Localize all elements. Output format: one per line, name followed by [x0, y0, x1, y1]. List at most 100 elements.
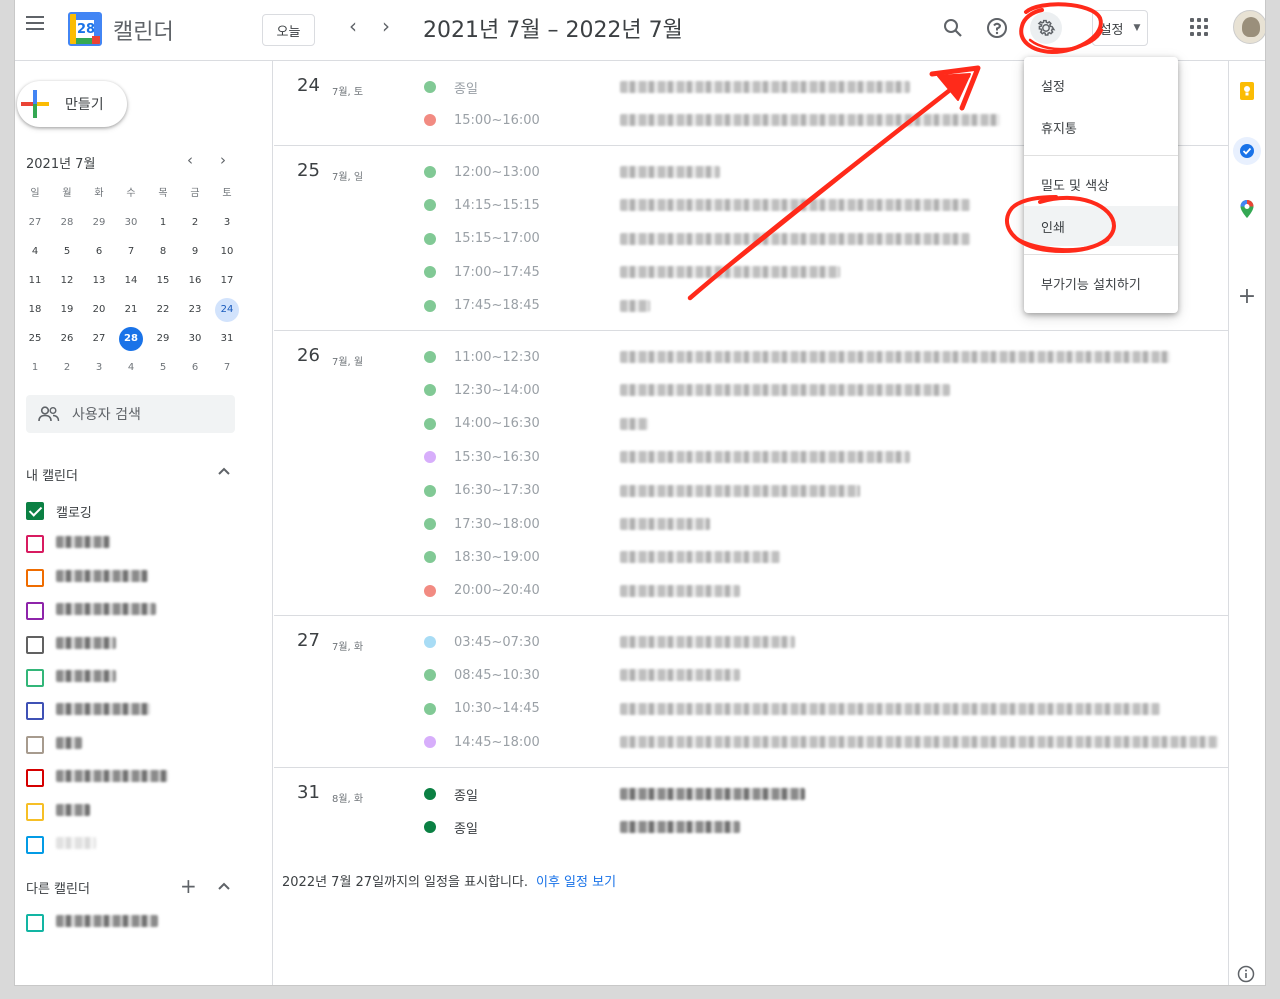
mini-calendar-day[interactable]: 22	[147, 298, 179, 322]
day-number[interactable]: 27	[297, 630, 320, 651]
mini-calendar-day[interactable]: 26	[51, 327, 83, 351]
mini-calendar-day[interactable]: 5	[147, 356, 179, 380]
mini-calendar-day[interactable]: 17	[211, 269, 243, 293]
view-switcher-button[interactable]: 설정 ▼	[1092, 10, 1148, 46]
mini-prev-month-icon[interactable]: ‹	[187, 151, 193, 169]
calendar-logo-icon[interactable]: 28	[68, 12, 102, 46]
settings-gear-icon[interactable]	[1030, 12, 1062, 44]
mini-calendar-day[interactable]: 2	[51, 356, 83, 380]
mini-calendar-day[interactable]: 10	[211, 240, 243, 264]
people-search[interactable]: 사용자 검색	[26, 395, 235, 433]
day-number[interactable]: 31	[297, 782, 320, 803]
collapse-other-calendars-icon[interactable]	[217, 879, 231, 895]
mini-calendar-day[interactable]: 19	[51, 298, 83, 322]
mini-calendar-day[interactable]: 25	[19, 327, 51, 351]
my-calendar-item[interactable]	[26, 635, 116, 655]
event-row[interactable]: 14:45~18:00	[424, 732, 1224, 752]
event-row[interactable]: 03:45~07:30	[424, 632, 1224, 652]
other-calendar-item[interactable]	[26, 913, 158, 933]
calendar-checkbox[interactable]	[26, 568, 44, 587]
mini-calendar-day[interactable]: 13	[83, 269, 115, 293]
my-calendar-item[interactable]	[26, 534, 110, 554]
mini-calendar-day[interactable]: 1	[19, 356, 51, 380]
my-calendar-item[interactable]	[26, 802, 90, 822]
mini-calendar-day[interactable]: 29	[147, 327, 179, 351]
mini-calendar-day[interactable]: 23	[179, 298, 211, 322]
calendar-checkbox[interactable]	[26, 702, 44, 721]
calendar-checkbox[interactable]	[26, 914, 44, 932]
mini-calendar-day[interactable]: 15	[147, 269, 179, 293]
mini-calendar-day[interactable]: 28	[115, 326, 147, 351]
menu-item-trash[interactable]: 휴지통	[1024, 107, 1178, 147]
keep-icon[interactable]	[1237, 81, 1257, 101]
mini-calendar-day[interactable]: 27	[19, 211, 51, 235]
calendar-checkbox[interactable]	[26, 502, 44, 520]
mini-calendar-day[interactable]: 31	[211, 327, 243, 351]
mini-calendar-day[interactable]: 3	[83, 356, 115, 380]
mini-calendar-day[interactable]: 12	[51, 269, 83, 293]
my-calendar-item[interactable]	[26, 768, 168, 788]
search-icon[interactable]	[938, 13, 968, 43]
mini-calendar-day[interactable]: 29	[83, 211, 115, 235]
previous-period-icon[interactable]: ‹	[341, 14, 365, 38]
event-row[interactable]: 종일	[424, 784, 1224, 804]
mini-calendar-day[interactable]: 4	[19, 240, 51, 264]
load-more-link[interactable]: 이후 일정 보기	[536, 875, 616, 890]
day-number[interactable]: 24	[297, 75, 320, 96]
mini-calendar-day[interactable]: 30	[179, 327, 211, 351]
calendar-checkbox[interactable]	[26, 635, 44, 654]
add-addon-icon[interactable]: +	[1237, 286, 1257, 308]
my-calendars-title[interactable]: 내 캘린더	[26, 465, 78, 484]
event-row[interactable]: 14:00~16:30	[424, 414, 1224, 434]
calendar-checkbox[interactable]	[26, 602, 44, 621]
calendar-checkbox[interactable]	[26, 802, 44, 821]
my-calendar-item[interactable]	[26, 835, 96, 855]
mini-calendar-day[interactable]: 28	[51, 211, 83, 235]
mini-calendar-day[interactable]: 20	[83, 298, 115, 322]
calendar-checkbox[interactable]	[26, 669, 44, 687]
menu-item-print[interactable]: 인쇄	[1024, 206, 1178, 246]
mini-next-month-icon[interactable]: ›	[220, 151, 226, 169]
my-calendar-item[interactable]	[26, 735, 82, 755]
event-row[interactable]: 10:30~14:45	[424, 699, 1224, 719]
mini-calendar-day[interactable]: 4	[115, 356, 147, 380]
event-row[interactable]: 17:30~18:00	[424, 514, 1224, 534]
mini-calendar-day[interactable]: 9	[179, 240, 211, 264]
mini-calendar-day[interactable]: 5	[51, 240, 83, 264]
mini-calendar-day[interactable]: 14	[115, 269, 147, 293]
mini-calendar-day[interactable]: 21	[115, 298, 147, 322]
event-row[interactable]: 종일	[424, 817, 1224, 837]
calendar-checkbox[interactable]	[26, 836, 44, 854]
menu-item-settings[interactable]: 설정	[1024, 65, 1178, 105]
event-row[interactable]: 12:30~14:00	[424, 380, 1224, 400]
help-icon[interactable]	[982, 13, 1012, 43]
mini-calendar-day[interactable]: 8	[147, 240, 179, 264]
create-button[interactable]: 만들기	[17, 81, 127, 127]
calendar-checkbox[interactable]	[26, 769, 44, 788]
my-calendar-item[interactable]	[26, 668, 116, 688]
mini-calendar-day[interactable]: 11	[19, 269, 51, 293]
calendar-checkbox[interactable]	[26, 735, 44, 754]
info-icon[interactable]	[1237, 965, 1257, 985]
google-apps-icon[interactable]	[1190, 18, 1208, 36]
maps-icon[interactable]	[1237, 199, 1257, 219]
menu-item-install-addons[interactable]: 부가기능 설치하기	[1024, 263, 1178, 303]
mini-calendar-day[interactable]: 27	[83, 327, 115, 351]
my-calendar-item[interactable]	[26, 601, 156, 621]
calendar-checkbox[interactable]	[26, 535, 44, 554]
my-calendar-item[interactable]	[26, 568, 148, 588]
app-name[interactable]: 캘린더	[113, 14, 174, 46]
mini-calendar-day[interactable]: 7	[115, 240, 147, 264]
mini-calendar-day[interactable]: 1	[147, 211, 179, 235]
event-row[interactable]: 18:30~19:00	[424, 547, 1224, 567]
mini-calendar-day[interactable]: 3	[211, 211, 243, 235]
mini-calendar-day[interactable]: 30	[115, 211, 147, 235]
day-number[interactable]: 25	[297, 160, 320, 181]
today-button[interactable]: 오늘	[262, 14, 315, 46]
main-menu-icon[interactable]	[23, 12, 47, 36]
collapse-my-calendars-icon[interactable]	[217, 464, 231, 480]
mini-calendar-day[interactable]: 18	[19, 298, 51, 322]
menu-item-density-color[interactable]: 밀도 및 색상	[1024, 164, 1178, 204]
next-period-icon[interactable]: ›	[374, 14, 398, 38]
event-row[interactable]: 08:45~10:30	[424, 665, 1224, 685]
